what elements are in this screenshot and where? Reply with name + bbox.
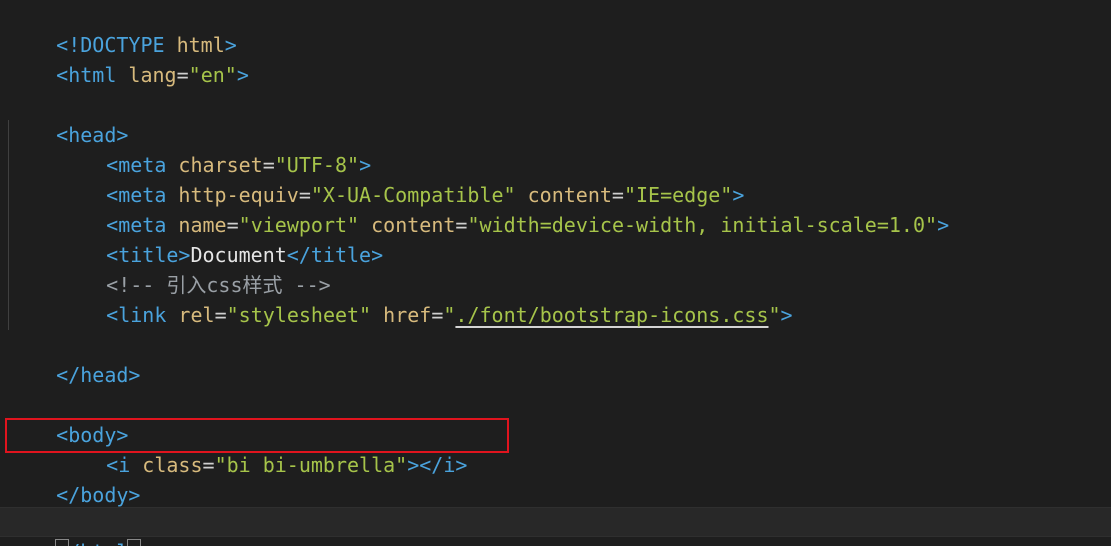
code-line-18[interactable]: </html> bbox=[8, 507, 142, 546]
code-line-12[interactable]: </head> bbox=[8, 330, 140, 387]
tag-close: > bbox=[780, 303, 793, 327]
href-attr: href bbox=[371, 303, 432, 327]
html-close-name: html bbox=[80, 540, 128, 546]
quote: " bbox=[768, 303, 781, 327]
equals: = bbox=[176, 63, 189, 87]
code-line-8[interactable]: <title>Document</title> bbox=[8, 210, 383, 267]
annotation-highlight-box bbox=[5, 418, 509, 453]
tag-close: > bbox=[937, 213, 950, 237]
class-attr: class bbox=[130, 453, 203, 477]
slash: / bbox=[68, 540, 80, 546]
current-line-highlight bbox=[0, 507, 1111, 537]
equals: = bbox=[455, 213, 468, 237]
equals: = bbox=[431, 303, 444, 327]
code-line-16[interactable]: </body> bbox=[8, 450, 140, 507]
lang-attr: lang bbox=[116, 63, 177, 87]
content-value: "width=device-width, initial-scale=1.0" bbox=[467, 213, 938, 237]
code-line-10[interactable]: <link rel="stylesheet" href="./font/boot… bbox=[8, 270, 792, 327]
code-line-4[interactable]: <head> bbox=[8, 90, 128, 147]
code-line-14[interactable]: <body> bbox=[8, 390, 128, 447]
code-line-1[interactable]: <!DOCTYPE html> bbox=[8, 0, 237, 57]
html-open-tag: <html bbox=[56, 63, 117, 87]
code-line-9[interactable]: <!-- 引入css样式 --> bbox=[8, 240, 331, 297]
code-editor[interactable]: <!DOCTYPE html> <html lang="en"> <head> … bbox=[0, 0, 1111, 546]
equals: = bbox=[214, 303, 227, 327]
code-line-6[interactable]: <meta http-equiv="X-UA-Compatible" conte… bbox=[8, 150, 744, 207]
bracket-match-open: < bbox=[55, 539, 70, 546]
tag-close: > bbox=[236, 63, 249, 87]
bracket-match-close: > bbox=[127, 539, 142, 546]
link-open-tag: <link bbox=[106, 303, 167, 327]
code-line-7[interactable]: <meta name="viewport" content="width=dev… bbox=[8, 180, 949, 237]
head-close-tag: </head> bbox=[56, 363, 141, 387]
body-close-tag: </body> bbox=[56, 483, 141, 507]
class-value: "bi bi-umbrella" bbox=[214, 453, 408, 477]
equals: = bbox=[202, 453, 215, 477]
rel-value: "stylesheet" bbox=[226, 303, 372, 327]
code-line-5[interactable]: <meta charset="UTF-8"> bbox=[8, 120, 371, 177]
rel-attr: rel bbox=[166, 303, 215, 327]
lang-value: "en" bbox=[188, 63, 237, 87]
i-close-tag: ></i> bbox=[407, 453, 468, 477]
href-link[interactable]: ./font/bootstrap-icons.css bbox=[455, 303, 768, 327]
quote: " bbox=[443, 303, 456, 327]
code-line-2[interactable]: <html lang="en"> bbox=[8, 30, 249, 87]
